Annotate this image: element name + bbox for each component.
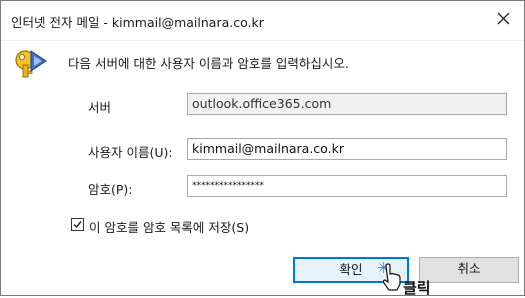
window-title: 인터넷 전자 메일 - kimmail@mailnara.co.kr [11, 15, 264, 30]
password-input[interactable]: **************** [187, 175, 507, 197]
server-label: 서버 [88, 100, 112, 115]
title-divider [1, 40, 524, 41]
username-label: 사용자 이름(U): [88, 145, 173, 160]
remember-label[interactable]: 이 암호를 암호 목록에 저장(S) [89, 217, 249, 236]
username-input[interactable]: kimmail@mailnara.co.kr [187, 138, 507, 160]
server-field: outlook.office365.com [187, 93, 507, 115]
title-bar: 인터넷 전자 메일 - kimmail@mailnara.co.kr [1, 1, 524, 39]
hand-cursor-icon [382, 263, 401, 291]
password-label: 암호(P): [88, 182, 133, 197]
prompt-text: 다음 서버에 대한 사용자 이름과 암호를 입력하십시오. [68, 56, 349, 71]
checkmark-icon [73, 221, 82, 229]
login-dialog: 인터넷 전자 메일 - kimmail@mailnara.co.kr 다음 서버… [0, 0, 525, 296]
close-icon [497, 12, 510, 25]
close-button[interactable] [484, 1, 524, 35]
click-annotation-label: 클릭 [403, 279, 431, 297]
key-icon [15, 50, 47, 78]
remember-checkbox[interactable] [71, 218, 84, 231]
cancel-button[interactable]: 취소 [419, 257, 519, 283]
